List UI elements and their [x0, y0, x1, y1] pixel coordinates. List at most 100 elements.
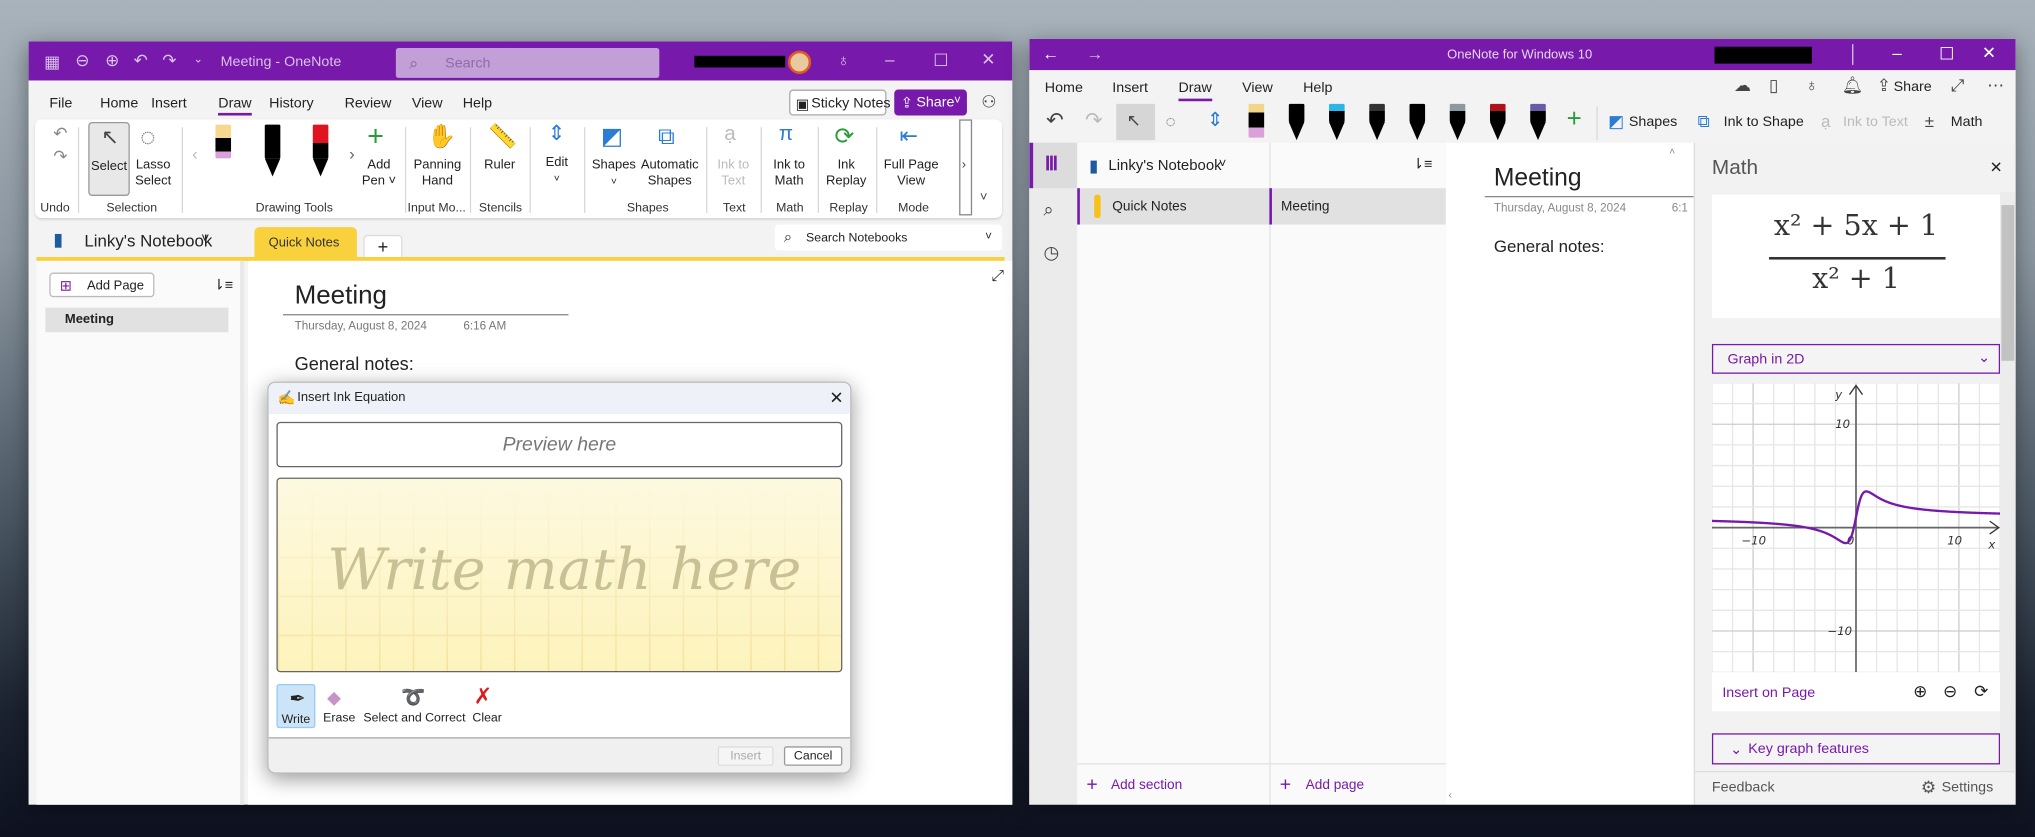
redo-icon[interactable]: ↷ [1085, 111, 1102, 133]
tab-history[interactable]: History [269, 96, 313, 112]
pen-red[interactable] [312, 124, 329, 177]
tab-view[interactable]: View [412, 96, 443, 112]
close-icon[interactable]: ✕ [981, 51, 995, 68]
zoom-out-icon[interactable]: ⊖ [1943, 681, 1957, 702]
settings-gear-icon[interactable]: ⚙ [1921, 777, 1936, 798]
ink-to-shape-button[interactable]: Ink to Shape [1724, 114, 1804, 130]
minimize-icon[interactable]: – [885, 51, 894, 68]
pen-7[interactable] [1489, 103, 1506, 141]
scroll-right-icon[interactable]: › [349, 145, 355, 162]
chevron-down-icon[interactable]: ˅ [201, 231, 209, 247]
write-tool[interactable]: ✒ Write [276, 683, 316, 729]
avatar[interactable] [787, 50, 812, 74]
add-section-tab[interactable]: + [363, 234, 403, 259]
ink-to-shape-icon[interactable]: ⧉ [1698, 113, 1710, 130]
section-quick-notes[interactable]: Quick Notes [1077, 188, 1270, 225]
pen-highlighter-yellow[interactable] [215, 124, 232, 159]
back-icon[interactable]: ← [1042, 45, 1059, 62]
automatic-shapes-button[interactable]: ⧉ Automatic Shapes [640, 122, 700, 196]
collapse-ribbon-icon[interactable]: ˅ [980, 191, 988, 205]
forward-icon[interactable]: ⊕ [105, 52, 119, 69]
tab-home[interactable]: Home [100, 96, 138, 112]
lasso-select-button[interactable]: ◌ Lasso Select [132, 122, 174, 196]
key-graph-features-expander[interactable]: ⌄ Key graph features [1711, 733, 2001, 765]
feedback-link[interactable]: Feedback [1712, 780, 1775, 796]
pen-8[interactable] [1530, 103, 1546, 141]
sync-icon[interactable]: ☁ [1734, 77, 1751, 94]
ink-to-text-button[interactable]: Ink to Text [1843, 114, 1908, 130]
search-box[interactable]: ⌕ Search [395, 48, 660, 78]
reset-view-icon[interactable]: ⟳ [1974, 681, 1988, 702]
zoom-in-icon[interactable]: ⊕ [1913, 681, 1927, 702]
panning-hand-button[interactable]: ✋ Panning Hand [411, 122, 463, 196]
tab-insert[interactable]: Insert [151, 96, 187, 112]
graph-mode-dropdown[interactable]: Graph in 2D ⌄ [1711, 343, 2001, 374]
add-pen-button[interactable]: + Add Pen ˅ [360, 121, 399, 196]
undo-icon[interactable]: ↶ [53, 125, 67, 142]
pen-3[interactable] [1329, 103, 1345, 141]
page-meeting[interactable]: Meeting [1269, 188, 1446, 225]
lightbulb-icon[interactable]: ♁ [837, 52, 850, 69]
edit-button[interactable]: ⇕ Edit ˅ [536, 122, 578, 196]
expand-icon[interactable]: ⤢ [992, 266, 1004, 285]
math-pane-scrollbar[interactable] [2000, 192, 2016, 771]
shapes-icon[interactable]: ◩ [1608, 113, 1624, 130]
math-button[interactable]: Math [1951, 114, 1983, 130]
ribbon-scroll[interactable]: › [959, 119, 973, 216]
page-body-text[interactable]: General notes: [295, 353, 414, 374]
add-page-icon[interactable]: + [1280, 774, 1291, 796]
add-section-button[interactable]: Add section [1111, 777, 1182, 793]
math-writing-canvas[interactable]: Write math here [276, 477, 843, 673]
sort-icon[interactable]: ⇂≡ [213, 276, 233, 294]
undo-icon[interactable]: ↶ [1046, 111, 1063, 133]
notebook-name[interactable]: Linky's Notebook [84, 231, 212, 250]
tab-file[interactable]: File [49, 96, 72, 112]
forward-icon[interactable]: → [1086, 45, 1103, 62]
shapes-button[interactable]: ◩ Shapes ˅ [591, 122, 638, 196]
full-page-view-button[interactable]: ⇤ Full Page View [881, 122, 941, 196]
clear-tool[interactable]: ✗ Clear [470, 684, 506, 728]
sticky-notes-button[interactable]: ▣ Sticky Notes [789, 89, 891, 116]
close-icon[interactable]: ✕ [1990, 158, 2003, 176]
bell-icon[interactable]: 🔔︎ [1842, 77, 1863, 94]
recent-clock-icon[interactable]: ◷ [1044, 243, 1060, 261]
ink-to-math-button[interactable]: π Ink to Math [766, 122, 813, 196]
tab-help[interactable]: Help [1303, 80, 1332, 96]
tab-insert[interactable]: Insert [1112, 80, 1148, 96]
select-button[interactable]: ↖ Select [88, 122, 130, 196]
lasso-select-tool[interactable]: ↖ [1116, 103, 1156, 141]
add-page-button[interactable]: ⊞ Add Page [49, 272, 155, 298]
ruler-button[interactable]: 📏 Ruler [474, 122, 526, 196]
chevron-down-icon[interactable]: ˅ [1219, 157, 1227, 171]
page-title[interactable]: Meeting [295, 282, 387, 312]
scroll-left-icon[interactable]: ‹ [192, 145, 198, 162]
tab-help[interactable]: Help [463, 96, 492, 112]
undo-icon[interactable]: ↶ [134, 52, 148, 69]
pen-4[interactable] [1369, 103, 1385, 141]
expand-icon[interactable]: ⤢ [1951, 77, 1965, 94]
more-icon[interactable]: ⋯ [1987, 77, 2004, 94]
share-button[interactable]: Share [1894, 79, 1932, 95]
scroll-up-icon[interactable]: ˄ [1669, 145, 1675, 157]
tab-review[interactable]: Review [345, 96, 392, 112]
pen-5[interactable] [1409, 103, 1426, 141]
page-title[interactable]: Meeting [1494, 165, 1582, 194]
sort-icon[interactable]: ⇂≡ [1412, 156, 1432, 173]
tab-home[interactable]: Home [1045, 80, 1083, 96]
tab-draw[interactable]: Draw [218, 96, 252, 116]
pen-2[interactable] [1288, 103, 1305, 141]
redo-icon[interactable]: ↷ [162, 52, 176, 69]
search-icon[interactable]: ⌕ [1044, 200, 1054, 218]
page-canvas[interactable]: Meeting Thursday, August 8, 2024 6:1 Gen… [1445, 142, 1694, 805]
ink-to-text-button[interactable]: ạ Ink to Text [711, 122, 755, 196]
page-body-text[interactable]: General notes: [1494, 236, 1605, 255]
tab-view[interactable]: View [1242, 80, 1273, 96]
insert-button[interactable]: Insert [717, 746, 774, 766]
close-icon[interactable]: ✕ [829, 388, 843, 409]
add-pen-icon[interactable]: + [1567, 106, 1582, 132]
notifications-page-icon[interactable]: ▯ [1769, 77, 1778, 94]
feedback-icon[interactable]: ⚇ [981, 93, 996, 110]
maximize-icon[interactable]: ☐ [933, 52, 948, 69]
redo-icon[interactable]: ↷ [53, 148, 67, 165]
math-icon[interactable]: ± [1925, 113, 1934, 130]
